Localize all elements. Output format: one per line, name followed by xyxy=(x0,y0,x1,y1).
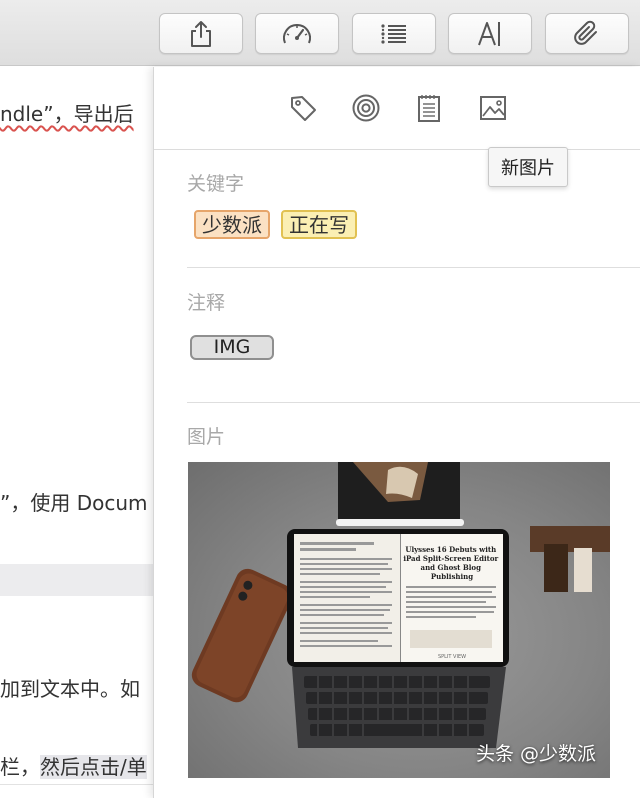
editor-text-prefix: 栏， xyxy=(0,755,40,779)
editor-divider xyxy=(0,784,153,785)
tag-icon xyxy=(291,96,316,121)
share-icon xyxy=(191,20,211,47)
editor-highlight-band xyxy=(0,564,153,596)
keywords-section-title: 关键字 xyxy=(187,173,245,195)
paperclip-icon xyxy=(574,20,597,45)
tooltip: 新图片 xyxy=(488,147,568,187)
window-toolbar xyxy=(0,0,640,66)
gauge-icon xyxy=(283,23,311,43)
tab-keywords[interactable] xyxy=(286,91,320,125)
editor-selected-text: 然后点击/单 xyxy=(40,755,147,779)
editor-pane[interactable]: ndle”，导出后 ”，使用 Docum 加到文本中。如 栏，然后点击/单 xyxy=(0,67,153,798)
notes-section-title: 注释 xyxy=(187,292,226,314)
attachments-button[interactable] xyxy=(545,13,629,54)
keyword-tag[interactable]: 少数派 xyxy=(194,210,270,239)
keyword-tag[interactable]: 正在写 xyxy=(281,210,357,239)
attachments-panel: 新图片 关键字 少数派 正在写 注释 IMG 图片 Ulysses 16 Deb… xyxy=(153,67,640,798)
images-section-title: 图片 xyxy=(187,426,226,448)
editor-text-line: 栏，然后点击/单 xyxy=(0,751,147,780)
text-cursor-icon xyxy=(478,21,500,46)
tab-goals[interactable] xyxy=(349,91,383,125)
notepad-icon xyxy=(418,95,440,122)
note-pill[interactable]: IMG xyxy=(190,335,274,360)
outline-button[interactable] xyxy=(352,13,436,54)
watermark: 头条 @少数派 xyxy=(475,743,596,765)
share-button[interactable] xyxy=(159,13,243,54)
typography-button[interactable] xyxy=(448,13,532,54)
image-icon xyxy=(480,96,506,120)
attachment-tabs xyxy=(154,67,640,150)
tablet-footer: SPLIT VIEW xyxy=(438,654,466,660)
list-icon xyxy=(381,23,406,44)
attached-image[interactable]: Ulysses 16 Debuts with iPad Split-Screen… xyxy=(188,462,610,778)
editor-text-line: ”，使用 Docum xyxy=(0,491,148,515)
section-divider xyxy=(187,267,640,268)
tab-images[interactable] xyxy=(476,91,510,125)
misspelled-word: ndle”，导出后 xyxy=(0,102,134,126)
stats-button[interactable] xyxy=(255,13,339,54)
section-divider xyxy=(187,402,640,403)
photo-illustration: Ulysses 16 Debuts with iPad Split-Screen… xyxy=(191,462,610,748)
tab-notes[interactable] xyxy=(412,91,446,125)
target-icon xyxy=(352,94,380,122)
editor-text-line: ndle”，导出后 xyxy=(0,98,134,127)
editor-text-line: 加到文本中。如 xyxy=(0,677,140,701)
